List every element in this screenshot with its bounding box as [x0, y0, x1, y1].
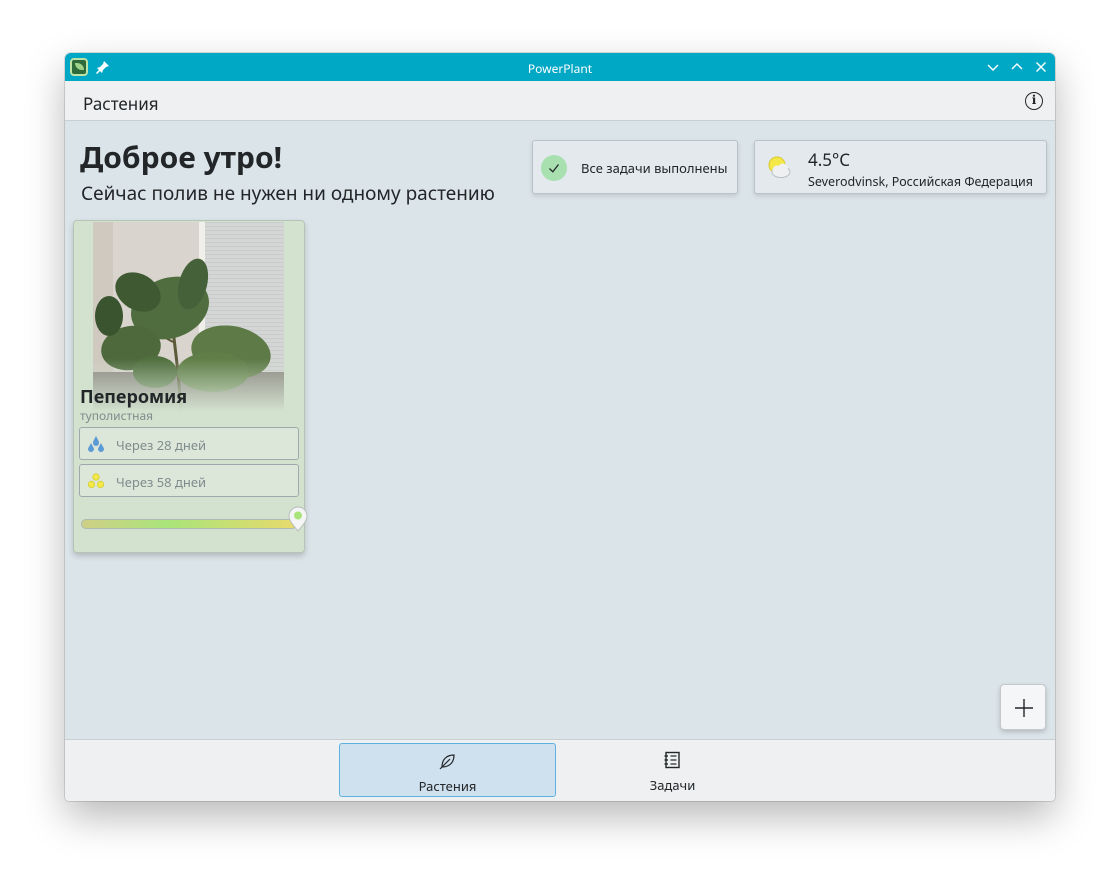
notebook-icon	[664, 751, 680, 769]
window-title: PowerPlant	[527, 60, 593, 77]
watering-schedule[interactable]: Через 28 дней	[79, 427, 299, 460]
weather-card[interactable]: 4.5°C Severodvinsk, Российская Федерация	[754, 140, 1047, 194]
weather-location: Severodvinsk, Российская Федерация	[808, 173, 1033, 190]
plant-card[interactable]: Пеперомия туполистная Через 28 дней Чере…	[73, 220, 308, 553]
app-window: PowerPlant Растения i Доброе утро! Сейча…	[65, 53, 1055, 801]
info-icon[interactable]: i	[1025, 92, 1043, 110]
tasks-status-label: Все задачи выполнены	[581, 159, 728, 177]
titlebar[interactable]: PowerPlant	[65, 53, 1055, 81]
greeting-subtitle: Сейчас полив не нужен ни одному растению	[81, 180, 495, 206]
fertilizing-schedule[interactable]: Через 58 дней	[79, 464, 299, 497]
weather-temperature: 4.5°C	[808, 148, 851, 171]
minimize-icon[interactable]	[985, 59, 1001, 75]
fertilizer-icon	[87, 473, 105, 489]
tab-plants-label: Растения	[418, 777, 477, 795]
plant-photo	[93, 222, 284, 412]
water-drops-icon	[88, 436, 104, 452]
health-slider-handle[interactable]	[288, 506, 308, 532]
fertilizing-text: Через 58 дней	[116, 473, 207, 491]
leaf-icon	[439, 754, 455, 770]
plant-name: Пеперомия	[80, 385, 188, 409]
tab-plants[interactable]: Растения	[339, 743, 556, 797]
page-title: Растения	[83, 92, 159, 115]
health-slider-track	[81, 519, 297, 529]
bottom-navigation: Растения Задачи	[65, 739, 1055, 801]
tab-tasks-label: Задачи	[649, 776, 696, 794]
greeting-title: Доброе утро!	[80, 136, 283, 177]
tasks-status-card[interactable]: Все задачи выполнены	[532, 140, 738, 194]
tab-tasks[interactable]: Задачи	[564, 743, 781, 797]
plant-subname: туполистная	[80, 407, 154, 424]
check-icon	[541, 155, 567, 181]
add-plant-button[interactable]	[1000, 684, 1046, 730]
plus-icon	[1015, 699, 1033, 717]
partly-cloudy-icon	[768, 156, 791, 178]
watering-text: Через 28 дней	[116, 436, 207, 454]
maximize-icon[interactable]	[1009, 59, 1025, 75]
page-header: Растения i	[65, 81, 1055, 121]
close-icon[interactable]	[1033, 59, 1049, 75]
